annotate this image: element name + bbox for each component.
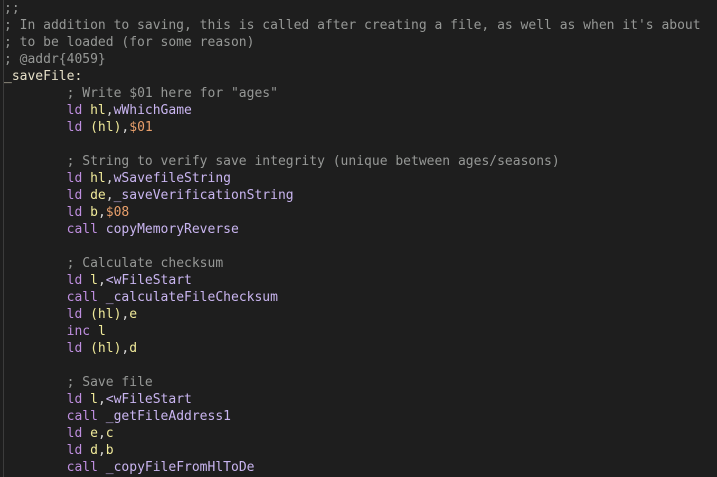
register: l xyxy=(90,392,98,407)
instruction: call xyxy=(66,222,98,237)
comma: , xyxy=(105,171,114,186)
code-line: call _copyFileFromHlToDe xyxy=(4,459,255,476)
code-line: ; String to verify save integrity (uniqu… xyxy=(4,153,560,170)
instruction: ld xyxy=(66,103,83,118)
comment: ; String to verify save integrity (uniqu… xyxy=(66,154,560,169)
code-line: call copyMemoryReverse xyxy=(4,221,239,238)
code-line: ; Write $01 here for "ages" xyxy=(4,85,278,102)
code-line: ; In addition to saving, this is called … xyxy=(4,17,701,34)
code-line: ld de,_saveVerificationString xyxy=(4,187,294,204)
register: c xyxy=(105,426,114,441)
code-line: ; Calculate checksum xyxy=(4,255,224,272)
symbol: _copyFileFromHlToDe xyxy=(105,460,255,475)
comment: ; Write $01 here for "ages" xyxy=(66,86,278,101)
instruction: ld xyxy=(66,188,83,203)
register: hl xyxy=(90,103,106,118)
symbol: _calculateFileChecksum xyxy=(105,290,278,305)
instruction: ld xyxy=(66,392,83,407)
instruction: ld xyxy=(66,426,83,441)
comment: ; In addition to saving, this is called … xyxy=(4,18,701,33)
code-line: ld (hl),d xyxy=(4,340,137,357)
instruction: call xyxy=(66,409,98,424)
number: $08 xyxy=(105,205,130,220)
symbol: <wFileStart xyxy=(105,392,192,407)
comma: , xyxy=(97,426,106,441)
register: hl xyxy=(90,171,106,186)
instruction: ld xyxy=(66,171,83,186)
comma: , xyxy=(105,103,114,118)
code-line: ld hl,wSavefileString xyxy=(4,170,231,187)
register: (hl) xyxy=(90,120,122,135)
register: (hl) xyxy=(90,307,122,322)
code-line: ;; xyxy=(4,0,20,17)
instruction: ld xyxy=(66,273,83,288)
register: e xyxy=(90,426,98,441)
code-line: ld (hl),e xyxy=(4,306,137,323)
comment: ; to be loaded (for some reason) xyxy=(4,35,255,50)
code-line: ld (hl),$01 xyxy=(4,119,153,136)
comma: , xyxy=(97,392,106,407)
code-line: ; Save file xyxy=(4,374,153,391)
code-line: inc l xyxy=(4,323,106,340)
symbol: wWhichGame xyxy=(113,103,192,118)
code-line: ld b,$08 xyxy=(4,204,130,221)
instruction: ld xyxy=(66,341,83,356)
comment: ; @addr{4059} xyxy=(4,52,106,67)
instruction: ld xyxy=(66,307,83,322)
instruction: ld xyxy=(66,205,83,220)
code-line: ld l,<wFileStart xyxy=(4,272,192,289)
comment: ; Calculate checksum xyxy=(66,256,224,271)
symbol: _saveVerificationString xyxy=(113,188,294,203)
code-line: call _calculateFileChecksum xyxy=(4,289,278,306)
label: _saveFile: xyxy=(4,69,83,84)
symbol: <wFileStart xyxy=(105,273,192,288)
register: b xyxy=(105,443,114,458)
code-line: call _getFileAddress1 xyxy=(4,408,231,425)
number: $01 xyxy=(129,120,153,135)
register: d xyxy=(129,341,138,356)
instruction: ld xyxy=(66,443,83,458)
register: b xyxy=(90,205,98,220)
register: (hl) xyxy=(90,341,122,356)
code-line: ; @addr{4059} xyxy=(4,51,106,68)
code-line: ld e,c xyxy=(4,425,114,442)
comment: ; Save file xyxy=(66,375,153,390)
code-editor[interactable]: ;; ; In addition to saving, this is call… xyxy=(0,0,717,477)
comma: , xyxy=(97,273,106,288)
code-line: ld l,<wFileStart xyxy=(4,391,192,408)
register: de xyxy=(90,188,106,203)
register: l xyxy=(90,273,98,288)
register: e xyxy=(129,307,138,322)
code-line: ld hl,wWhichGame xyxy=(4,102,192,119)
comma: , xyxy=(105,188,114,203)
symbol: copyMemoryReverse xyxy=(105,222,239,237)
code-line: ld d,b xyxy=(4,442,114,459)
comma: , xyxy=(97,443,106,458)
symbol: _getFileAddress1 xyxy=(105,409,231,424)
instruction: call xyxy=(66,460,98,475)
comma: , xyxy=(97,205,106,220)
register: d xyxy=(90,443,98,458)
symbol: wSavefileString xyxy=(113,171,231,186)
code-line: ; to be loaded (for some reason) xyxy=(4,34,254,51)
register: l xyxy=(97,324,106,339)
instruction: call xyxy=(66,290,98,305)
comment: ;; xyxy=(4,1,20,16)
instruction: ld xyxy=(66,120,83,135)
instruction: inc xyxy=(66,324,91,339)
code-line: _saveFile: xyxy=(4,68,82,85)
